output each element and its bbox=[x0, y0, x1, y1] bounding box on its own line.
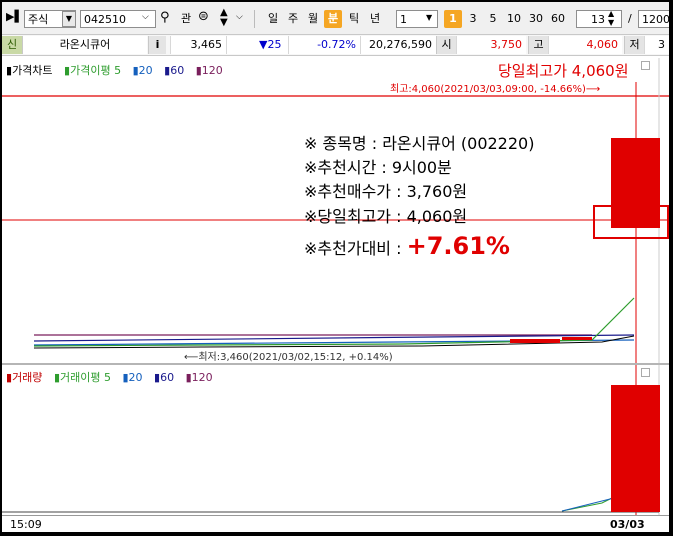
search-icon[interactable]: ⚲ bbox=[160, 10, 170, 25]
credit-tag: 신 bbox=[2, 36, 22, 54]
period-year-button[interactable]: 년 bbox=[366, 10, 384, 28]
period-week-button[interactable]: 주 bbox=[284, 10, 302, 28]
low-label: 저 bbox=[624, 36, 644, 54]
chart-toolbar: ▶▌ 주식 ▼ 042510 ⌵ ⚲ 관 ⊜ ▲ ▼ ⌵ 일 주 월 분 틱 년 … bbox=[2, 2, 669, 35]
market-type-value: 주식 bbox=[28, 13, 49, 26]
time-axis: 15:09 03/03 bbox=[2, 515, 669, 532]
quote-bar: 신 라온시큐어 i 3,465 ▼25 -0.72% 20,276,590 시 … bbox=[2, 35, 669, 56]
info-recommend-price: ※추천매수가 : 3,760원 bbox=[304, 182, 468, 201]
stock-name[interactable]: 라온시큐어 bbox=[22, 36, 147, 54]
info-recommend-time: ※추천시간 : 9시00분 bbox=[304, 158, 452, 177]
axis-right-date: 03/03 bbox=[610, 518, 645, 531]
high-label: 고 bbox=[528, 36, 548, 54]
sort-icon[interactable]: ⊜ bbox=[198, 9, 209, 24]
current-price: 3,465 bbox=[170, 36, 226, 54]
preset-10-button[interactable]: 10 bbox=[504, 10, 524, 28]
preset-30-button[interactable]: 30 bbox=[526, 10, 546, 28]
open-value: 3,750 bbox=[456, 36, 526, 54]
total-count-value: 1200 bbox=[642, 13, 669, 26]
ma5-line bbox=[33, 297, 635, 347]
period-minute-button[interactable]: 분 bbox=[324, 10, 342, 28]
period-month-button[interactable]: 월 bbox=[304, 10, 322, 28]
high-candle bbox=[611, 138, 660, 228]
chevron-down-icon[interactable]: ⌵ bbox=[142, 12, 149, 22]
count-stepper[interactable]: 13 bbox=[576, 10, 622, 28]
related-button[interactable]: 관 bbox=[177, 10, 195, 28]
low-value: 3 bbox=[644, 36, 669, 54]
info-stock-name: ※ 종목명 : 라온시큐어 (002220) bbox=[304, 134, 535, 153]
low-price-marker: ⟵최저:3,460(2021/03/02,15:12, +0.14%) bbox=[184, 352, 393, 363]
volume-bar bbox=[611, 385, 660, 512]
axis-left-time: 15:09 bbox=[10, 518, 42, 531]
market-type-dropdown-icon[interactable]: ▼ bbox=[62, 11, 76, 27]
info-ratio-value: +7.61% bbox=[406, 232, 510, 260]
info-button[interactable]: i bbox=[148, 36, 166, 54]
volume-chart-canvas bbox=[2, 365, 660, 515]
chevron-down-icon[interactable]: ⌵ bbox=[236, 12, 243, 22]
preset-5-button[interactable]: 5 bbox=[484, 10, 502, 28]
count-separator: / bbox=[628, 12, 632, 25]
chart-window: ▶▌ 주식 ▼ 042510 ⌵ ⚲ 관 ⊜ ▲ ▼ ⌵ 일 주 월 분 틱 년 … bbox=[2, 2, 669, 532]
small-candle bbox=[510, 339, 560, 343]
stock-code-value: 042510 bbox=[84, 13, 126, 26]
info-day-high: ※당일최고가 : 4,060원 bbox=[304, 207, 468, 226]
interval-value: 1 bbox=[400, 13, 407, 26]
price-change: ▼25 bbox=[226, 36, 288, 54]
price-chart-pane[interactable]: ▮가격차트 ▮가격이평 5 ▮20 ▮60 ▮120 당일최고가 4,060원 … bbox=[2, 58, 669, 365]
total-count-field[interactable]: 1200 bbox=[638, 10, 669, 28]
count-value: 13 bbox=[591, 13, 605, 26]
volume-chart-pane[interactable]: ▮거래량 ▮거래이평 5 ▮20 ▮60 ▮120 bbox=[2, 365, 669, 515]
interval-dropdown-icon[interactable]: ▼ bbox=[426, 13, 432, 22]
count-stepper-arrows-icon[interactable]: ▲ ▼ bbox=[608, 9, 614, 27]
up-down-stepper-icon[interactable]: ▲ ▼ bbox=[220, 8, 228, 28]
restore-icon[interactable] bbox=[641, 61, 650, 70]
pane-window-buttons bbox=[639, 61, 650, 72]
open-label: 시 bbox=[436, 36, 456, 54]
volume-value: 20,276,590 bbox=[360, 36, 436, 54]
period-day-button[interactable]: 일 bbox=[264, 10, 282, 28]
info-ratio: ※추천가대비 : +7.61% bbox=[304, 232, 510, 260]
change-percent: -0.72% bbox=[288, 36, 360, 54]
high-value: 4,060 bbox=[548, 36, 622, 54]
preset-1-button[interactable]: 1 bbox=[444, 10, 462, 28]
preset-3-button[interactable]: 3 bbox=[464, 10, 482, 28]
expand-arrow-icon[interactable]: ▶▌ bbox=[6, 10, 23, 23]
preset-60-button[interactable]: 60 bbox=[548, 10, 568, 28]
info-ratio-label: ※추천가대비 : bbox=[304, 239, 407, 258]
small-candle bbox=[562, 337, 592, 340]
period-tick-button[interactable]: 틱 bbox=[345, 10, 363, 28]
